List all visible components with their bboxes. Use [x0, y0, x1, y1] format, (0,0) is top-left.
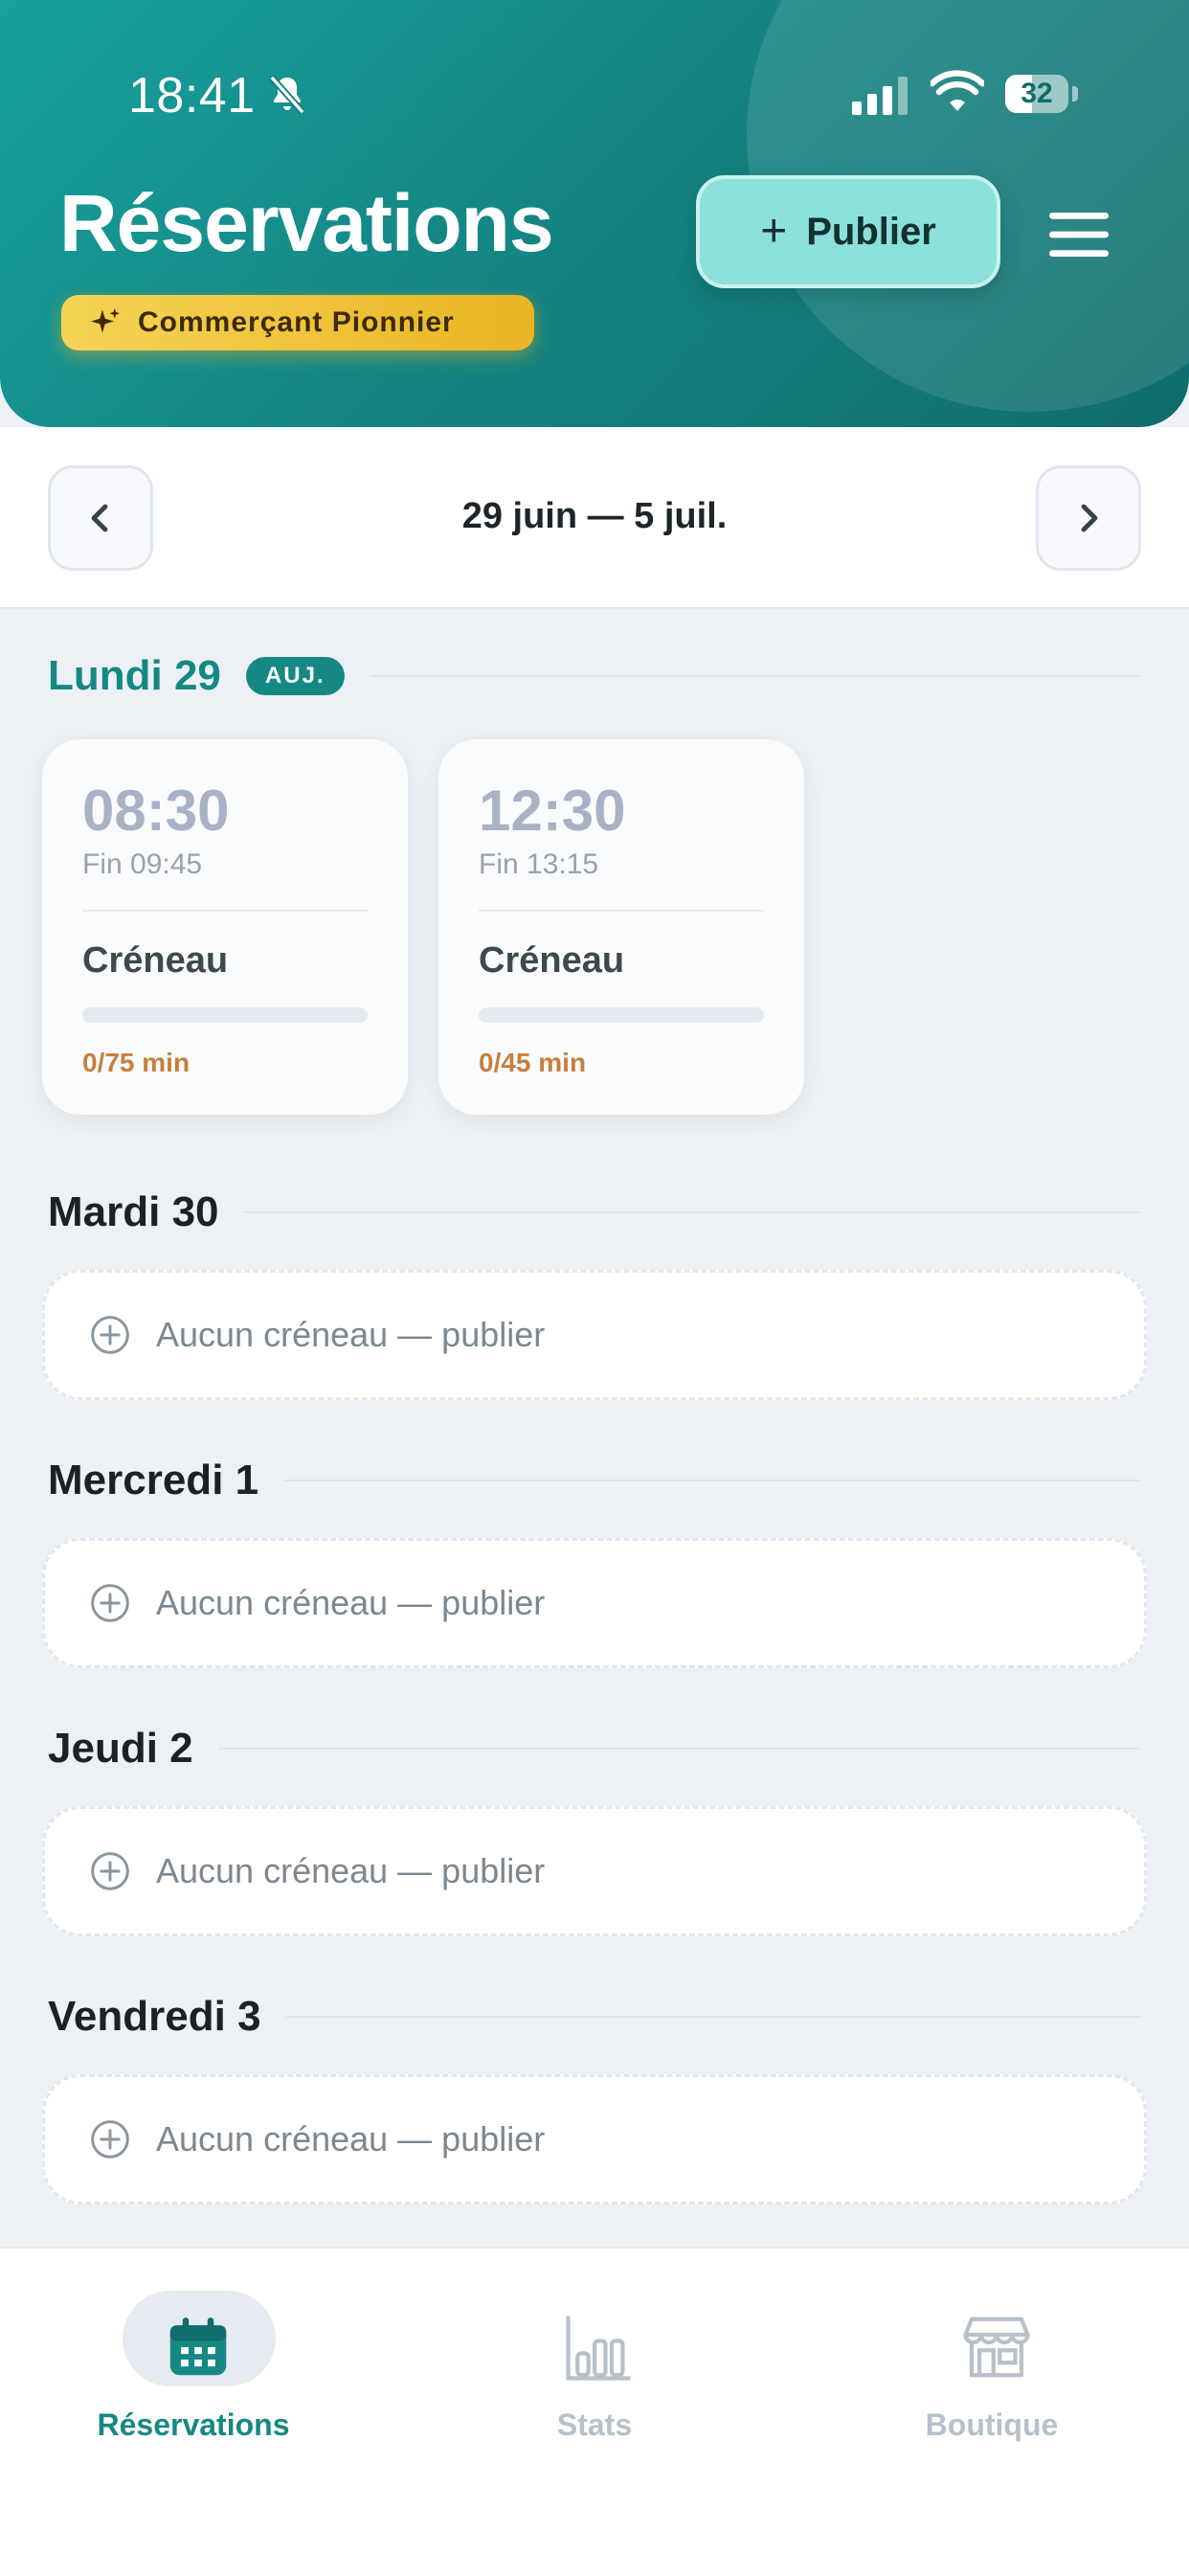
divider — [82, 910, 368, 912]
empty-slot-label: Aucun créneau — publier — [156, 1851, 546, 1890]
slot-progress-bar — [479, 1007, 764, 1023]
today-badge: AUJ. — [245, 657, 345, 695]
divider — [283, 1480, 1141, 1481]
battery-indicator: 32 — [1005, 75, 1078, 113]
bar-chart-icon — [566, 2316, 631, 2381]
publish-button-label: Publier — [806, 210, 936, 253]
battery-level: 32 — [1021, 78, 1053, 109]
divider — [217, 1748, 1141, 1750]
day-header-monday: Lundi 29 AUJ. — [48, 647, 1141, 705]
slot-card[interactable]: 12:30 Fin 13:15 Créneau 0/45 min — [438, 739, 804, 1115]
day-name: Lundi 29 — [48, 652, 221, 699]
bottom-tab-bar: Réservations Stats Boutique — [0, 2247, 1189, 2576]
empty-slot-publish-button[interactable]: Aucun créneau — publier — [42, 1806, 1147, 1936]
hamburger-menu-icon[interactable] — [1049, 213, 1109, 257]
week-navigator: 29 juin — 5 juil. — [0, 427, 1189, 609]
empty-slot-publish-button[interactable]: Aucun créneau — publier — [42, 1538, 1147, 1668]
day-header-wednesday: Mercredi 1 — [48, 1452, 1141, 1509]
slot-booked-minutes: 0/45 min — [479, 1048, 587, 1077]
slot-progress-bar — [82, 1007, 368, 1023]
day-name: Vendredi 3 — [48, 1993, 261, 2040]
plus-icon: + — [760, 206, 788, 257]
pioneer-badge-label: Commerçant Pionnier — [138, 306, 455, 338]
divider — [243, 1211, 1141, 1213]
tab-reservations[interactable]: Réservations — [50, 2291, 337, 2453]
empty-slot-label: Aucun créneau — publier — [156, 1315, 546, 1354]
publish-button[interactable]: + Publier — [696, 175, 1000, 288]
day-name: Jeudi 2 — [48, 1725, 193, 1772]
add-circle-icon — [91, 1852, 129, 1890]
divider — [285, 2016, 1141, 2018]
calendar-icon — [169, 2317, 227, 2376]
slot-card[interactable]: 08:30 Fin 09:45 Créneau 0/75 min — [42, 739, 408, 1115]
tab-label: Réservations — [97, 2407, 290, 2442]
week-range-label: 29 juin — 5 juil. — [461, 496, 728, 536]
tab-label: Stats — [556, 2407, 633, 2442]
divider — [479, 910, 764, 912]
day-name: Mercredi 1 — [48, 1457, 259, 1503]
sparkle-icon — [91, 308, 120, 333]
slot-start-time: 12:30 — [479, 779, 626, 843]
tab-boutique[interactable]: Boutique — [848, 2291, 1135, 2453]
header: 18:41 32 Réservations Commerçant Pionnie… — [0, 0, 1189, 427]
day-header-tuesday: Mardi 30 — [48, 1184, 1141, 1241]
shop-icon — [963, 2316, 1030, 2378]
bell-muted-icon — [269, 75, 305, 115]
slot-booked-minutes: 0/75 min — [82, 1048, 191, 1077]
slot-title: Créneau — [479, 940, 625, 981]
signal-icon — [852, 77, 908, 115]
slot-start-time: 08:30 — [82, 779, 230, 843]
add-circle-icon — [91, 1316, 129, 1354]
tab-stats[interactable]: Stats — [451, 2291, 738, 2453]
day-name: Mardi 30 — [48, 1188, 219, 1235]
page-title: Réservations — [59, 178, 554, 268]
day-header-thursday: Jeudi 2 — [48, 1720, 1141, 1777]
divider — [369, 675, 1141, 677]
day-header-friday: Vendredi 3 — [48, 1988, 1141, 2045]
tab-label: Boutique — [925, 2407, 1059, 2442]
slot-end-time: Fin 13:15 — [479, 848, 599, 880]
empty-slot-label: Aucun créneau — publier — [156, 2119, 546, 2158]
status-time: 18:41 — [128, 68, 256, 124]
empty-slot-publish-button[interactable]: Aucun créneau — publier — [42, 1270, 1147, 1400]
next-week-button[interactable] — [1036, 465, 1141, 571]
chevron-right-icon — [1081, 504, 1098, 532]
add-circle-icon — [91, 2120, 129, 2158]
add-circle-icon — [91, 1584, 129, 1622]
pioneer-badge: Commerçant Pionnier — [61, 295, 534, 350]
empty-slot-publish-button[interactable]: Aucun créneau — publier — [42, 2074, 1147, 2204]
empty-slot-label: Aucun créneau — publier — [156, 1583, 546, 1622]
wifi-icon — [931, 70, 984, 111]
slot-end-time: Fin 09:45 — [82, 848, 203, 880]
slot-title: Créneau — [82, 940, 229, 981]
